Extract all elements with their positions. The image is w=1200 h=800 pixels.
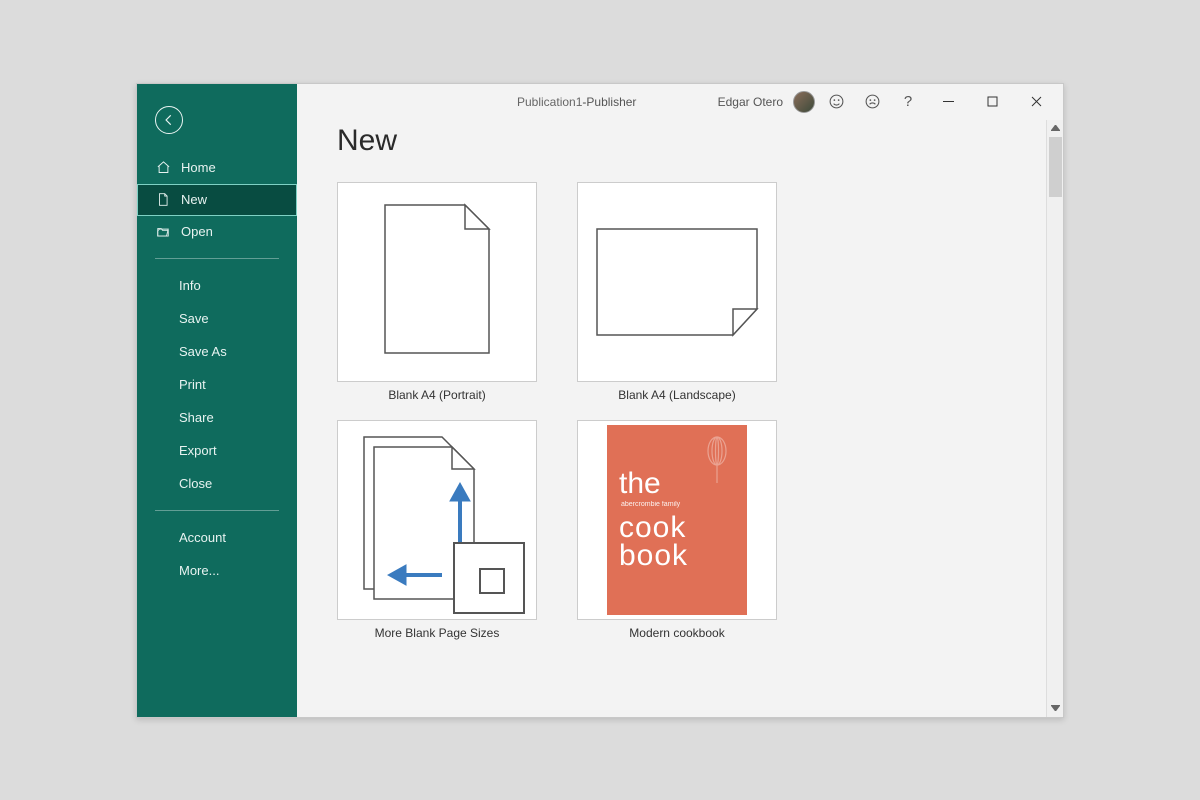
titlebar-right: Edgar Otero ? [718,87,1063,117]
window-maximize-button[interactable] [973,87,1011,117]
cookbook-cover: the abercrombie family cook book [607,425,747,615]
template-thumbnail [337,182,537,382]
sidebar-item-label: New [181,192,207,207]
sidebar-item-more[interactable]: More... [137,554,297,587]
content-inner: New Blank A4 (Portrait) [297,120,1046,717]
title-bar: Publication1 - Publisher Edgar Otero ? [297,84,1063,120]
sidebar-item-close[interactable]: Close [137,467,297,500]
portrait-page-icon [377,199,497,359]
sidebar-item-new[interactable]: New [137,184,297,216]
scroll-down-button[interactable] [1047,700,1063,717]
sidebar-item-account[interactable]: Account [137,521,297,554]
sidebar-separator [155,510,279,511]
sidebar-item-save[interactable]: Save [137,302,297,335]
template-blank-a4-landscape[interactable]: Blank A4 (Landscape) [577,182,777,402]
back-button[interactable] [155,106,183,134]
sidebar-item-export[interactable]: Export [137,434,297,467]
page-icon [155,192,171,208]
document-title: Publication1 [517,95,582,109]
template-label: Blank A4 (Landscape) [618,388,735,402]
help-icon[interactable]: ? [893,87,923,117]
template-blank-a4-portrait[interactable]: Blank A4 (Portrait) [337,182,537,402]
template-grid: Blank A4 (Portrait) Blank A4 (Landscape) [337,182,1006,640]
vertical-scrollbar[interactable] [1046,120,1063,717]
home-icon [155,160,171,176]
cookbook-title-line2a: cook [619,514,735,543]
cookbook-subtitle: abercrombie family [621,501,735,508]
template-label: More Blank Page Sizes [375,626,500,640]
cookbook-title-line2b: book [619,542,735,571]
sidebar-item-save-as[interactable]: Save As [137,335,297,368]
feedback-smile-icon[interactable] [821,87,851,117]
sidebar-item-label: Open [181,224,213,239]
main-area: Publication1 - Publisher Edgar Otero ? [297,84,1063,717]
template-thumbnail [577,182,777,382]
landscape-page-icon [587,217,767,347]
signed-in-user[interactable]: Edgar Otero [718,95,783,109]
template-label: Blank A4 (Portrait) [388,388,485,402]
sidebar-separator [155,258,279,259]
user-avatar[interactable] [793,91,815,113]
scroll-up-button[interactable] [1047,120,1063,137]
window-close-button[interactable] [1017,87,1055,117]
app-name: Publisher [586,95,636,109]
folder-icon [155,224,171,240]
feedback-frown-icon[interactable] [857,87,887,117]
template-modern-cookbook[interactable]: the abercrombie family cook book Modern … [577,420,777,640]
sidebar-item-print[interactable]: Print [137,368,297,401]
app-window: Home New Open Info Save Save As Print Sh… [136,83,1064,718]
sidebar-item-share[interactable]: Share [137,401,297,434]
page-heading: New [337,124,1006,158]
sidebar-item-info[interactable]: Info [137,269,297,302]
whisk-icon [703,435,731,485]
backstage-sidebar: Home New Open Info Save Save As Print Sh… [137,84,297,717]
template-label: Modern cookbook [629,626,724,640]
sidebar-item-home[interactable]: Home [137,152,297,184]
sidebar-item-open[interactable]: Open [137,216,297,248]
template-more-blank-page-sizes[interactable]: More Blank Page Sizes [337,420,537,640]
more-page-sizes-icon [342,425,532,615]
window-minimize-button[interactable] [929,87,967,117]
content-area: New Blank A4 (Portrait) [297,120,1063,717]
template-thumbnail: the abercrombie family cook book [577,420,777,620]
scrollbar-thumb[interactable] [1049,137,1062,197]
sidebar-item-label: Home [181,160,216,175]
template-thumbnail [337,420,537,620]
